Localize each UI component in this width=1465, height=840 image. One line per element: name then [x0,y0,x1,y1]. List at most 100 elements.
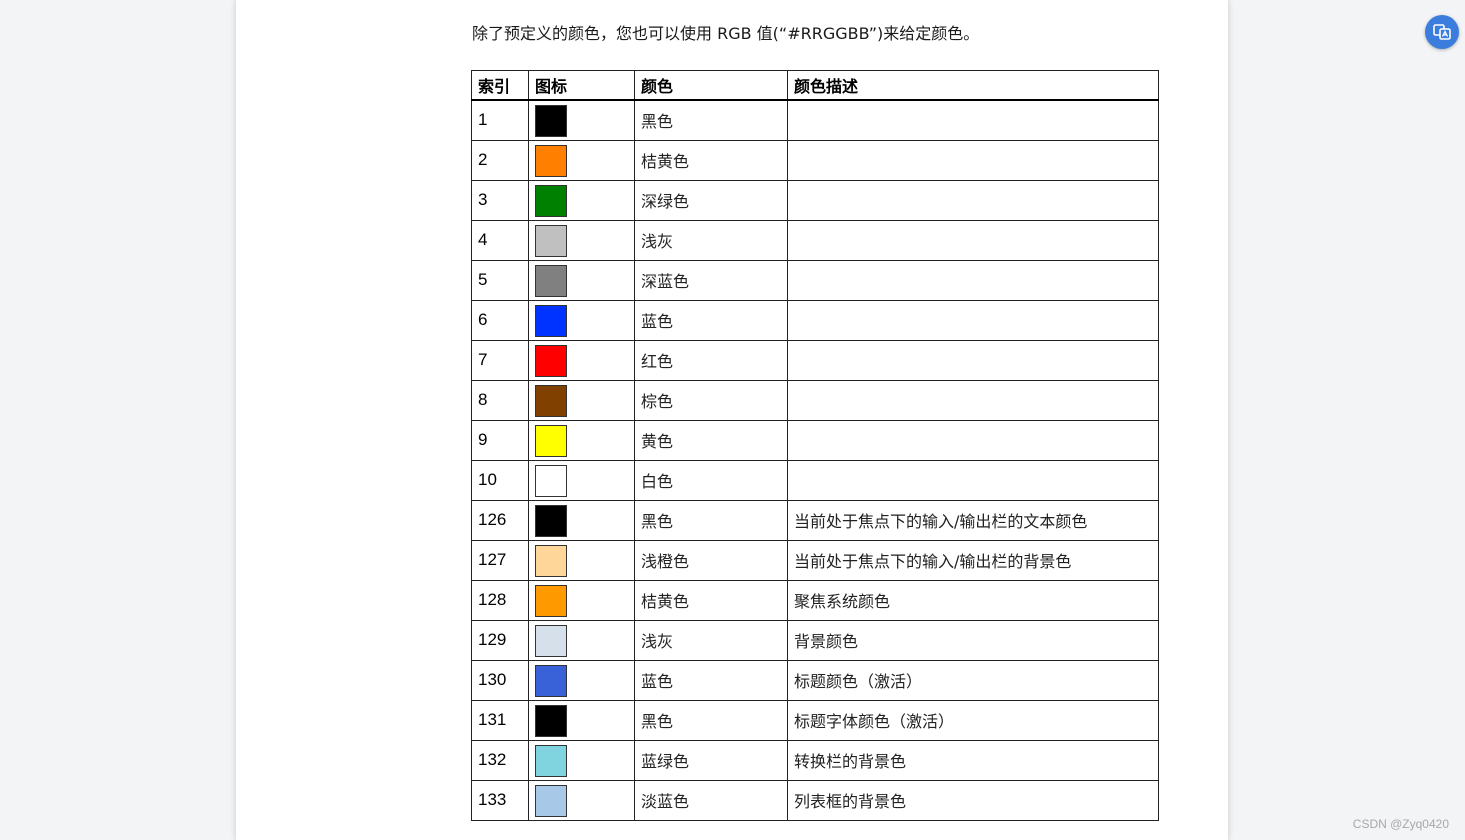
table-row: 1 黑色 [471,99,1159,141]
cell-description [787,259,1159,301]
color-swatch [535,384,567,417]
cell-color-name: 蓝绿色 [634,739,788,781]
color-swatch [535,224,567,257]
cell-icon [528,139,635,181]
cell-color-name: 浅橙色 [634,539,788,581]
table-row: 4 浅灰 [471,219,1159,261]
table-row: 3 深绿色 [471,179,1159,221]
cell-description [787,219,1159,261]
cell-index: 8 [471,379,529,421]
cell-color-name: 蓝色 [634,299,788,341]
cell-color-name: 黄色 [634,419,788,461]
cell-color-name: 黑色 [634,499,788,541]
cell-index: 127 [471,539,529,581]
cell-description: 当前处于焦点下的输入/输出栏的文本颜色 [787,499,1159,541]
cell-color-name: 浅灰 [634,219,788,261]
watermark: CSDN @Zyq0420 [1352,817,1449,831]
table-row: 129 浅灰 背景颜色 [471,619,1159,661]
cell-description [787,99,1159,141]
cell-description: 背景颜色 [787,619,1159,661]
cell-index: 133 [471,779,529,821]
table-row: 127 浅橙色 当前处于焦点下的输入/输出栏的背景色 [471,539,1159,581]
color-swatch [535,184,567,217]
color-swatch [535,784,567,817]
header-icon: 图标 [528,70,635,101]
translate-icon [1433,24,1451,40]
cell-color-name: 浅灰 [634,619,788,661]
cell-icon [528,779,635,821]
header-index: 索引 [471,70,529,101]
color-swatch [535,664,567,697]
cell-color-name: 深绿色 [634,179,788,221]
cell-description [787,339,1159,381]
cell-icon [528,579,635,621]
cell-index: 128 [471,579,529,621]
table-body: 1 黑色 2 桔黄色 3 深绿色 4 浅灰 5 深蓝色 6 蓝色 7 红色 8 棕色 9 黄色 10 白色 126 黑色当… [471,99,1159,821]
table-row: 2 桔黄色 [471,139,1159,181]
cell-color-name: 深蓝色 [634,259,788,301]
color-swatch [535,105,567,137]
cell-description: 标题字体颜色（激活） [787,699,1159,741]
cell-index: 5 [471,259,529,301]
table-row: 132 蓝绿色 转换栏的背景色 [471,739,1159,781]
translate-button[interactable] [1425,15,1459,49]
table-row: 133 淡蓝色 列表框的背景色 [471,779,1159,821]
color-swatch [535,744,567,777]
color-swatch [535,704,567,737]
cell-icon [528,499,635,541]
table-row: 6 蓝色 [471,299,1159,341]
cell-color-name: 白色 [634,459,788,501]
color-swatch [535,144,567,177]
cell-description [787,299,1159,341]
cell-color-name: 黑色 [634,699,788,741]
table-row: 5 深蓝色 [471,259,1159,301]
cell-description: 标题颜色（激活） [787,659,1159,701]
table-row: 9 黄色 [471,419,1159,461]
cell-color-name: 桔黄色 [634,579,788,621]
cell-icon [528,99,635,141]
table-row: 126 黑色 当前处于焦点下的输入/输出栏的文本颜色 [471,499,1159,541]
color-swatch [535,584,567,617]
table-row: 7 红色 [471,339,1159,381]
cell-color-name: 蓝色 [634,659,788,701]
cell-description [787,419,1159,461]
cell-icon [528,699,635,741]
cell-icon [528,339,635,381]
color-swatch [535,344,567,377]
cell-description: 当前处于焦点下的输入/输出栏的背景色 [787,539,1159,581]
color-table: 索引 图标 颜色 颜色描述 1 黑色 2 桔黄色 3 深绿色 4 浅灰 5 深蓝色 6 蓝色 7 红色 8 棕… [471,70,1159,821]
cell-color-name: 淡蓝色 [634,779,788,821]
cell-color-name: 黑色 [634,99,788,141]
cell-index: 10 [471,459,529,501]
header-color: 颜色 [634,70,788,101]
cell-icon [528,379,635,421]
color-swatch [535,424,567,457]
cell-description: 列表框的背景色 [787,779,1159,821]
intro-paragraph: 除了预定义的颜色，您也可以使用 RGB 值(“#RRGGBB”)来给定颜色。 [472,24,980,43]
cell-description: 聚焦系统颜色 [787,579,1159,621]
cell-icon [528,419,635,461]
cell-description [787,459,1159,501]
cell-icon [528,459,635,501]
color-swatch [535,544,567,577]
color-swatch [535,304,567,337]
cell-icon [528,219,635,261]
table-row: 128 桔黄色 聚焦系统颜色 [471,579,1159,621]
table-row: 8 棕色 [471,379,1159,421]
cell-color-name: 桔黄色 [634,139,788,181]
cell-index: 126 [471,499,529,541]
color-swatch [535,624,567,657]
cell-icon [528,179,635,221]
cell-icon [528,739,635,781]
cell-index: 132 [471,739,529,781]
cell-icon [528,659,635,701]
cell-index: 7 [471,339,529,381]
cell-index: 130 [471,659,529,701]
cell-description [787,379,1159,421]
cell-index: 4 [471,219,529,261]
table-row: 130 蓝色 标题颜色（激活） [471,659,1159,701]
header-description: 颜色描述 [787,70,1159,101]
cell-index: 6 [471,299,529,341]
cell-index: 2 [471,139,529,181]
table-header-row: 索引 图标 颜色 颜色描述 [471,70,1159,101]
